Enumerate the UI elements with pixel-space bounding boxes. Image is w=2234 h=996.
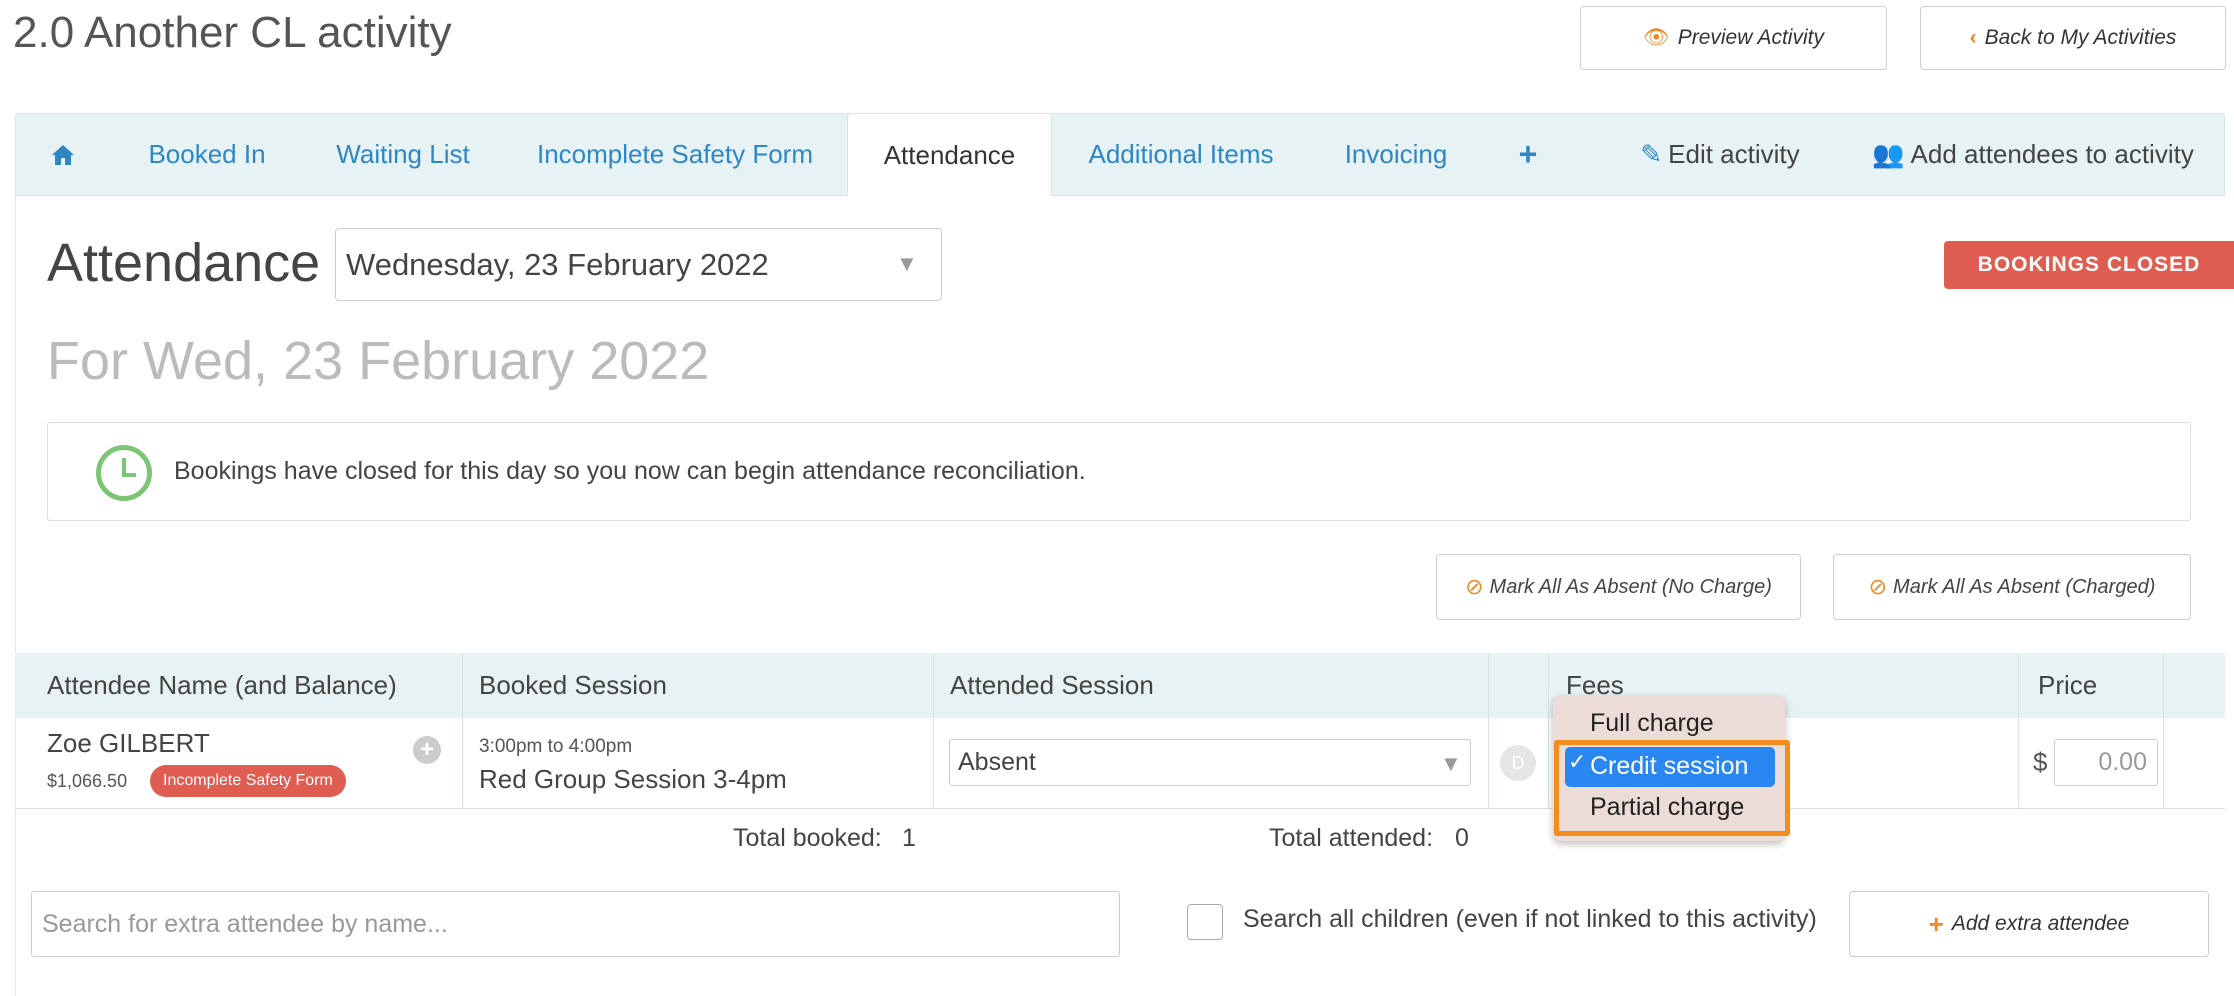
attendee-name[interactable]: Zoe GILBERT <box>47 728 210 759</box>
add-extra-attendee-label: Add extra attendee <box>1951 912 2130 935</box>
chevron-down-icon: ▼ <box>1440 751 1462 776</box>
header-booked-session: Booked Session <box>479 670 667 700</box>
home-icon <box>51 144 74 165</box>
search-all-children-label: Search all children (even if not linked … <box>1243 905 1817 933</box>
tab-home[interactable] <box>30 113 95 196</box>
tab-incomplete-safety-form[interactable]: Incomplete Safety Form <box>525 113 825 196</box>
mark-absent-no-charge-button[interactable]: ⊘ Mark All As Absent (No Charge) <box>1436 554 1801 620</box>
preview-activity-button[interactable]: 👁 Preview Activity <box>1580 6 1887 70</box>
date-select[interactable]: Wednesday, 23 February 2022 ▼ <box>335 228 942 301</box>
back-to-activities-button[interactable]: ‹ Back to My Activities <box>1920 6 2226 70</box>
column-divider <box>1488 653 1489 808</box>
page-title: 2.0 Another CL activity <box>13 8 452 57</box>
tab-booked-in[interactable]: Booked In <box>127 113 287 196</box>
pencil-icon: ✎ <box>1640 139 1663 169</box>
eye-icon: 👁 <box>1643 26 1670 49</box>
header-attended-session: Attended Session <box>950 670 1154 700</box>
row-divider <box>15 808 2225 809</box>
header-attendee-name: Attendee Name (and Balance) <box>47 670 397 700</box>
plus-icon: + <box>1518 136 1538 172</box>
column-divider <box>933 653 934 808</box>
clock-icon <box>96 445 152 501</box>
add-circle-icon[interactable]: + <box>413 736 441 764</box>
total-attended-value: 0 <box>1455 824 1469 852</box>
mark-absent-charged-label: Mark All As Absent (Charged) <box>1893 575 2156 598</box>
ban-icon: ⊘ <box>1465 574 1484 599</box>
plus-icon: + <box>1928 908 1944 939</box>
back-to-activities-label: Back to My Activities <box>1984 26 2177 49</box>
preview-activity-label: Preview Activity <box>1677 26 1824 49</box>
date-subtitle: For Wed, 23 February 2022 <box>47 331 710 391</box>
fees-option-full-charge[interactable]: Full charge <box>1590 704 1714 742</box>
tab-waiting-list[interactable]: Waiting List <box>318 113 488 196</box>
add-extra-attendee-button[interactable]: + Add extra attendee <box>1849 891 2209 957</box>
attendee-balance: $1,066.50 <box>47 771 128 791</box>
price-input[interactable]: 0.00 <box>2054 739 2158 786</box>
column-divider <box>1548 653 1549 808</box>
column-divider <box>462 653 463 808</box>
attended-session-value: Absent <box>958 748 1036 776</box>
tab-add[interactable]: + <box>1502 113 1554 196</box>
ban-icon: ⊘ <box>1868 574 1888 599</box>
total-attended-label: Total attended: <box>1269 824 1434 852</box>
session-name: Red Group Session 3-4pm <box>479 764 787 794</box>
add-attendees-label: Add attendees to activity <box>1910 139 2194 169</box>
add-attendees-link[interactable]: 👥 Add attendees to activity <box>1868 113 2198 196</box>
users-icon: 👥 <box>1872 139 1905 169</box>
edit-activity-label: Edit activity <box>1668 139 1800 169</box>
header-price: Price <box>2038 670 2098 700</box>
incomplete-safety-badge[interactable]: Incomplete Safety Form <box>150 765 346 797</box>
column-divider <box>2163 653 2164 808</box>
column-divider <box>2018 653 2019 808</box>
search-all-children-checkbox[interactable] <box>1187 904 1223 940</box>
chevron-left-icon: ‹ <box>1969 26 1977 49</box>
d-toggle[interactable]: D <box>1500 745 1536 781</box>
tab-invoicing[interactable]: Invoicing <box>1326 113 1466 196</box>
currency-symbol: $ <box>2033 747 2048 777</box>
tab-attendance[interactable]: Attendance <box>847 113 1052 197</box>
alert-text: Bookings have closed for this day so you… <box>174 457 1086 485</box>
chevron-down-icon: ▼ <box>896 251 918 276</box>
date-select-value: Wednesday, 23 February 2022 <box>346 246 769 282</box>
extra-attendee-search-input[interactable]: Search for extra attendee by name... <box>31 891 1120 957</box>
attendance-heading: Attendance <box>47 233 321 293</box>
attended-session-select[interactable]: Absent ▼ <box>949 739 1471 786</box>
mark-absent-no-charge-label: Mark All As Absent (No Charge) <box>1489 575 1772 598</box>
total-booked-value: 1 <box>902 824 916 852</box>
mark-absent-charged-button[interactable]: ⊘ Mark All As Absent (Charged) <box>1833 554 2191 620</box>
highlight-annotation-box <box>1554 740 1790 836</box>
tab-additional-items[interactable]: Additional Items <box>1070 113 1292 196</box>
status-badge: BOOKINGS CLOSED <box>1944 241 2234 289</box>
edit-activity-link[interactable]: ✎ Edit activity <box>1630 113 1810 196</box>
total-booked-label: Total booked: <box>733 824 882 852</box>
session-time: 3:00pm to 4:00pm <box>479 736 633 757</box>
